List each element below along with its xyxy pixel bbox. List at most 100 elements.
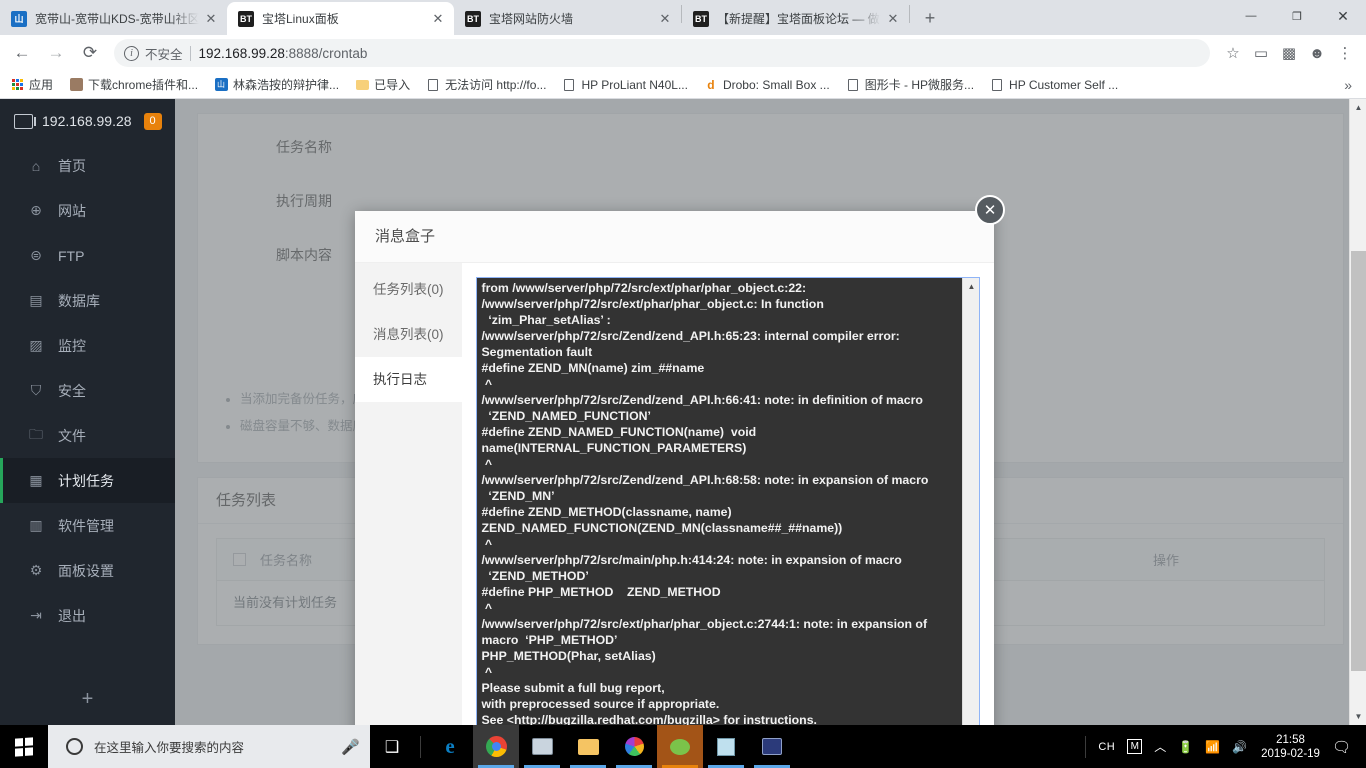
tab-close-icon[interactable]: ✕: [203, 11, 219, 27]
modal-main-panel: from /www/server/php/72/src/ext/phar/pha…: [462, 263, 994, 725]
sidebar-item-label: 监控: [58, 337, 86, 354]
folder-icon: [355, 78, 369, 92]
sidebar-item-monitor[interactable]: ▨ 监控: [0, 323, 175, 368]
sidebar-item-label: 文件: [58, 427, 86, 444]
log-scrollbar[interactable]: ▲ ▼: [962, 278, 979, 725]
modal-tab-message-list[interactable]: 消息列表(0): [355, 312, 462, 357]
security-label: 不安全: [145, 47, 183, 62]
browser-tab-0[interactable]: 山 宽带山-宽带山KDS-宽带山社区-汽... ✕: [0, 2, 227, 35]
chrome-icon: [485, 736, 507, 757]
bookmark-label: HP Customer Self ...: [1009, 77, 1119, 92]
tab-close-icon[interactable]: ✕: [885, 11, 901, 27]
windows-taskbar: 在这里输入你要搜索的内容 🎤 ❑ e CH M ︿ 🔋 📶 🔊 21:58 20…: [0, 725, 1366, 768]
address-bar[interactable]: i 不安全 192.168.99.28 :8888/crontab: [114, 39, 1210, 67]
taskbar-app-photos[interactable]: [611, 725, 657, 768]
profile-icon[interactable]: ☻: [1304, 40, 1330, 66]
sidebar-add-button[interactable]: +: [0, 673, 175, 725]
ime-mode-button[interactable]: M: [1121, 739, 1148, 754]
bookmark-3[interactable]: 已导入: [355, 76, 410, 93]
tab-close-icon[interactable]: ✕: [430, 11, 446, 27]
sidebar-item-files[interactable]: 🗀 文件: [0, 413, 175, 458]
remote-desktop-icon: [531, 738, 553, 755]
maximize-button[interactable]: ❐: [1274, 0, 1320, 32]
wifi-icon[interactable]: 📶: [1199, 740, 1226, 754]
forward-button[interactable]: →: [42, 39, 70, 67]
sidebar-item-website[interactable]: ⊕ 网站: [0, 188, 175, 233]
system-tray: CH M ︿ 🔋 📶 🔊 21:58 2019-02-19 🗨: [1079, 725, 1366, 768]
bookmark-8[interactable]: HP Customer Self ...: [990, 78, 1118, 92]
ime-indicator[interactable]: CH: [1092, 741, 1121, 753]
microphone-icon[interactable]: 🎤: [341, 738, 360, 756]
sidebar-item-settings[interactable]: ⚙ 面板设置: [0, 548, 175, 593]
volume-icon[interactable]: 🔊: [1226, 740, 1253, 754]
sidebar-item-database[interactable]: ▤ 数据库: [0, 278, 175, 323]
sidebar-item-logout[interactable]: ⇥ 退出: [0, 593, 175, 638]
bookmark-5[interactable]: HP ProLiant N40L...: [562, 78, 688, 92]
taskbar-clock[interactable]: 21:58 2019-02-19: [1253, 733, 1328, 761]
page-icon: [846, 78, 860, 92]
bookmark-label: 图形卡 - HP微服务...: [864, 78, 975, 92]
sidebar-item-security[interactable]: ⛉ 安全: [0, 368, 175, 413]
cast-icon[interactable]: ▭: [1248, 40, 1274, 66]
bookmark-6[interactable]: d Drobo: Small Box ...: [704, 77, 830, 92]
notepad-icon: [717, 737, 735, 756]
drobo-favicon-icon: d: [707, 77, 715, 92]
url-path: :8888/crontab: [284, 45, 368, 61]
search-input[interactable]: 在这里输入你要搜索的内容 🎤: [48, 725, 370, 768]
modal-tab-exec-log[interactable]: 执行日志: [355, 357, 463, 402]
close-icon[interactable]: ✕: [975, 195, 1005, 225]
back-button[interactable]: ←: [8, 39, 36, 67]
taskbar-app-wechat[interactable]: [657, 725, 703, 768]
taskbar-app-edge[interactable]: e: [427, 725, 473, 768]
bt-favicon-icon: BT: [238, 10, 254, 27]
modal-tab-task-list[interactable]: 任务列表(0): [355, 267, 462, 312]
sidebar-item-label: 软件管理: [58, 517, 114, 534]
scroll-up-arrow-icon[interactable]: ▲: [1350, 99, 1366, 116]
close-window-button[interactable]: ✕: [1320, 0, 1366, 32]
log-scroll-up-icon[interactable]: ▲: [963, 278, 980, 295]
gear-icon: ⚙: [29, 562, 43, 578]
bookmark-label: 无法访问 http://fo...: [445, 78, 547, 92]
bookmark-label: 下载chrome插件和...: [88, 78, 199, 92]
tab-title: 宽带山-宽带山KDS-宽带山社区-汽...: [35, 12, 199, 26]
browser-tab-2[interactable]: BT 宝塔网站防火墙 ✕: [454, 2, 681, 35]
browser-tab-1[interactable]: BT 宝塔Linux面板 ✕: [227, 2, 454, 35]
new-tab-button[interactable]: +: [916, 4, 944, 32]
bookmarks-overflow-button[interactable]: »: [1344, 77, 1356, 93]
toolbar-actions: ☆ ▭ ▩ ☻ ⋮: [1218, 40, 1358, 66]
bookmark-1[interactable]: 下载chrome插件和...: [69, 76, 198, 93]
site-info-icon[interactable]: i: [124, 45, 139, 61]
extension-icon[interactable]: ▩: [1276, 40, 1302, 66]
bookmark-label: Drobo: Small Box ...: [722, 77, 830, 92]
taskbar-app-file-explorer[interactable]: [565, 725, 611, 768]
page-scrollbar[interactable]: ▲ ▼: [1349, 99, 1366, 725]
taskbar-app-xshell[interactable]: [749, 725, 795, 768]
cortana-circle-icon: [66, 738, 83, 755]
bookmark-7[interactable]: 图形卡 - HP微服务...: [846, 76, 974, 93]
taskbar-app-notepad[interactable]: [703, 725, 749, 768]
execution-log-box[interactable]: from /www/server/php/72/src/ext/phar/pha…: [476, 277, 980, 725]
sidebar-item-ftp[interactable]: ⊜ FTP: [0, 233, 175, 278]
tab-close-icon[interactable]: ✕: [657, 11, 673, 27]
reload-button[interactable]: ⟳: [76, 39, 104, 67]
minimize-button[interactable]: —: [1228, 0, 1274, 32]
bookmark-apps[interactable]: 应用: [10, 76, 53, 93]
sidebar-item-crontab[interactable]: ▦ 计划任务: [0, 458, 175, 503]
taskbar-app-chrome[interactable]: [473, 725, 519, 768]
sidebar-item-software[interactable]: ▥ 软件管理: [0, 503, 175, 548]
browser-tab-3[interactable]: BT 【新提醒】宝塔面板论坛 — 做简... ✕: [682, 2, 909, 35]
tray-expand-button[interactable]: ︿: [1148, 738, 1172, 755]
scroll-down-arrow-icon[interactable]: ▼: [1350, 708, 1366, 725]
battery-icon[interactable]: 🔋: [1172, 740, 1199, 754]
bookmark-4[interactable]: 无法访问 http://fo...: [426, 76, 546, 93]
menu-icon[interactable]: ⋮: [1332, 40, 1358, 66]
calendar-icon: ▦: [29, 472, 43, 488]
bookmark-2[interactable]: 山 林森浩按的辩护律...: [214, 76, 339, 93]
task-view-button[interactable]: ❑: [370, 725, 414, 768]
start-button[interactable]: [0, 725, 48, 768]
sidebar-item-home[interactable]: ⌂ 首页: [0, 143, 175, 188]
page-scrollbar-thumb[interactable]: [1351, 251, 1366, 671]
bookmark-star-icon[interactable]: ☆: [1220, 40, 1246, 66]
taskbar-app-remote-desktop[interactable]: [519, 725, 565, 768]
notification-icon[interactable]: 🗨: [1328, 738, 1360, 756]
